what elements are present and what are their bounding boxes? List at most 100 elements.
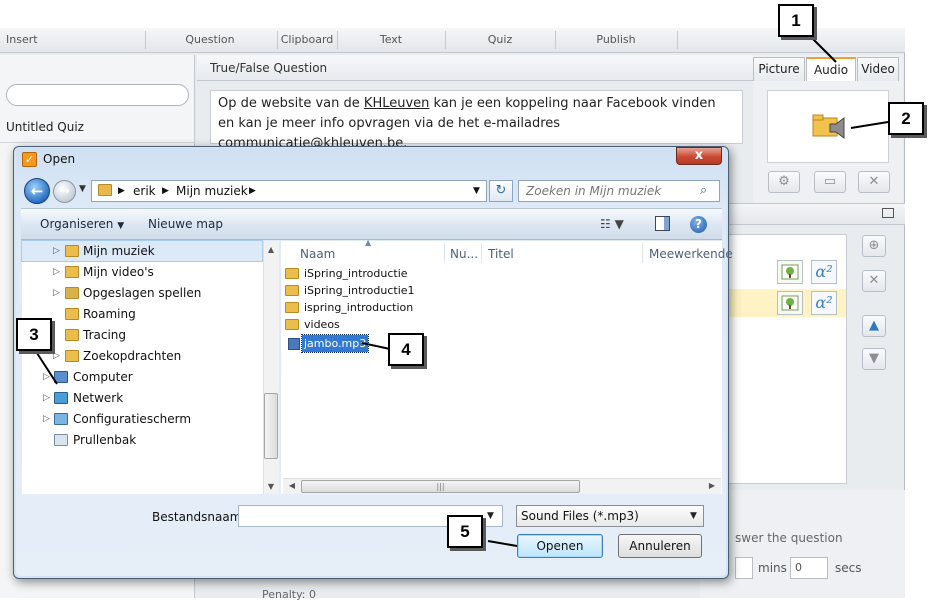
refresh-button[interactable]: ↻	[489, 180, 513, 202]
folder-icon	[98, 184, 112, 196]
organize-button[interactable]: Organiseren ▼	[40, 217, 124, 231]
restore-icon[interactable]	[882, 208, 894, 218]
move-up-button[interactable]: ▲	[862, 315, 886, 337]
move-down-button[interactable]: ▼	[862, 348, 886, 370]
question-text-editor[interactable]: Op de website van de KHLeuven kan je een…	[210, 90, 743, 151]
address-dropdown-icon[interactable]: ▼	[473, 186, 480, 196]
music-folder-icon	[65, 245, 79, 257]
search-icon[interactable]: ⌕	[700, 183, 707, 198]
search-input[interactable]: Zoeken in Mijn muziek	[518, 180, 720, 202]
formula-icon[interactable]: α²	[811, 260, 837, 284]
left-search-input[interactable]	[6, 84, 189, 106]
breadcrumb-erik[interactable]: erik	[133, 184, 156, 198]
file-type-select[interactable]: Sound Files (*.mp3)	[516, 505, 704, 527]
expand-arrow-icon[interactable]: ▷	[43, 367, 50, 387]
gear-icon: ⚙	[778, 174, 790, 189]
breadcrumb-chevron-icon[interactable]: ▶	[118, 186, 125, 196]
folder-icon	[285, 319, 299, 330]
breadcrumb-mijn-muziek[interactable]: Mijn muziek	[176, 184, 248, 198]
column-separator[interactable]	[444, 243, 445, 263]
secs-label: secs	[835, 561, 862, 575]
scroll-right-icon[interactable]: ▶	[705, 481, 719, 490]
ribbon-clipboard[interactable]: Clipboard	[278, 33, 336, 49]
column-header-nummer[interactable]: Nu...	[450, 247, 478, 261]
expand-arrow-icon[interactable]: ▷	[53, 241, 60, 261]
penalty-field[interactable]: Penalty: 0	[262, 588, 316, 601]
quiz-title[interactable]: Untitled Quiz	[6, 120, 84, 134]
expand-arrow-icon[interactable]: ▷	[43, 388, 50, 408]
arrow-left-icon: ←	[30, 182, 44, 200]
audio-delete-button[interactable]: ✕	[858, 171, 890, 193]
column-header-naam[interactable]: Naam	[300, 247, 335, 261]
mins-stepper[interactable]	[735, 557, 753, 579]
filename-label: Bestandsnaam:	[152, 510, 246, 524]
tree-item-prullenbak[interactable]: Prullenbak	[22, 430, 262, 450]
tree-item-tracing[interactable]: Tracing	[22, 325, 262, 345]
tree-scrollbar-thumb[interactable]	[264, 393, 278, 459]
ribbon-publish[interactable]: Publish	[556, 33, 676, 49]
add-answer-button[interactable]: ⊕	[862, 235, 886, 257]
scroll-down-icon[interactable]: ▼	[264, 482, 278, 491]
tree-item-mijn-videos[interactable]: ▷ Mijn video's	[22, 262, 262, 282]
ribbon-insert[interactable]: Insert	[6, 33, 46, 49]
help-icon[interactable]: ?	[690, 216, 707, 233]
scroll-up-icon[interactable]: ▲	[264, 245, 278, 254]
recycle-bin-icon	[54, 434, 68, 446]
tree-item-roaming[interactable]: Roaming	[22, 304, 262, 324]
recent-pages-dropdown[interactable]: ▼	[79, 184, 86, 194]
penalty-label: Penalty:	[262, 588, 306, 601]
tree-item-zoekopdrachten[interactable]: ▷ Zoekopdrachten	[22, 346, 262, 366]
cancel-button[interactable]: Annuleren	[618, 534, 702, 558]
column-separator[interactable]	[642, 243, 643, 263]
audio-settings-button[interactable]: ⚙	[768, 171, 800, 193]
ribbon-quiz[interactable]: Quiz	[446, 33, 554, 49]
delete-answer-button[interactable]: ✕	[862, 270, 886, 292]
picture-icon[interactable]	[777, 260, 803, 284]
ribbon-text[interactable]: Text	[338, 33, 444, 49]
games-folder-icon	[65, 287, 79, 299]
audio-preview-box[interactable]	[767, 90, 889, 163]
picture-icon[interactable]	[777, 291, 803, 315]
tree-item-computer[interactable]: ▷ Computer	[22, 367, 262, 387]
column-separator[interactable]	[481, 243, 482, 263]
view-options-icon[interactable]: ☷ ▼	[600, 217, 624, 231]
preview-pane-icon[interactable]	[655, 216, 670, 231]
formula-icon[interactable]: α²	[811, 291, 837, 315]
question-link-khleuven[interactable]: KHLeuven	[364, 96, 429, 111]
back-button[interactable]: ←	[24, 178, 50, 204]
expand-arrow-icon[interactable]: ▷	[53, 346, 60, 366]
tab-picture[interactable]: Picture	[753, 57, 805, 81]
dialog-title: Open	[43, 152, 76, 166]
folder-icon	[65, 329, 79, 341]
scroll-left-icon[interactable]: ◀	[285, 481, 299, 490]
breadcrumb-chevron-icon[interactable]: ▶	[249, 186, 256, 196]
column-header-titel[interactable]: Titel	[488, 247, 514, 261]
ribbon-separator	[677, 31, 678, 49]
ribbon-question[interactable]: Question	[170, 33, 250, 49]
tree-item-netwerk[interactable]: ▷ Netwerk	[22, 388, 262, 408]
expand-arrow-icon[interactable]: ▷	[53, 262, 60, 282]
tab-video[interactable]: Video	[857, 57, 899, 81]
horizontal-scrollbar-thumb[interactable]: |||	[301, 480, 580, 493]
forward-button[interactable]: →	[53, 180, 76, 203]
tree-item-label: Mijn video's	[83, 265, 154, 279]
tree-item-label: Roaming	[83, 307, 136, 321]
filename-dropdown-icon[interactable]: ▼	[487, 511, 494, 521]
tree-item-configuratiescherm[interactable]: ▷ Configuratiescherm	[22, 409, 262, 429]
tab-audio[interactable]: Audio	[806, 57, 856, 81]
tree-item-mijn-muziek[interactable]: ▷ Mijn muziek	[21, 240, 263, 262]
close-button[interactable]: x	[676, 147, 722, 165]
tree-item-opgeslagen-spellen[interactable]: ▷ Opgeslagen spellen	[22, 283, 262, 303]
audio-browse-button[interactable]: ▭	[814, 171, 846, 193]
folder-icon	[285, 268, 299, 279]
expand-arrow-icon[interactable]: ▷	[43, 409, 50, 429]
new-folder-button[interactable]: Nieuwe map	[148, 217, 223, 231]
secs-stepper[interactable]: 0	[790, 557, 828, 579]
file-name: iSpring_introductie	[304, 267, 408, 280]
breadcrumb-chevron-icon[interactable]: ▶	[162, 186, 169, 196]
chevron-down-icon[interactable]: ▼	[690, 511, 697, 521]
tree-item-label: Tracing	[83, 328, 127, 342]
open-button[interactable]: Openen	[517, 534, 603, 558]
column-header-meewerkende[interactable]: Meewerkende	[649, 247, 733, 261]
expand-arrow-icon[interactable]: ▷	[53, 283, 60, 303]
